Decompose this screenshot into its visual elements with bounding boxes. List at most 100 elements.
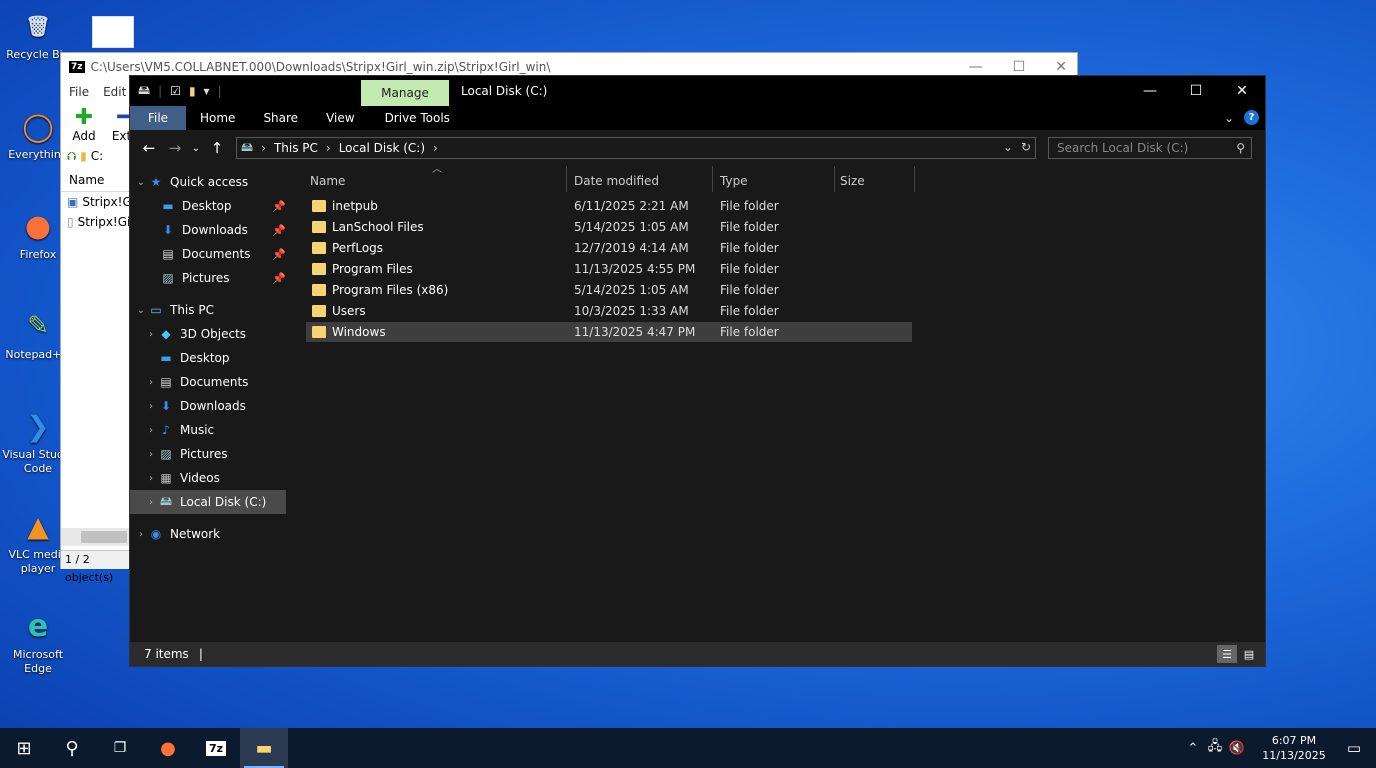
maximize-button[interactable]: ☐ bbox=[1173, 76, 1219, 106]
tree-desktop[interactable]: ▬ Desktop bbox=[130, 346, 290, 370]
taskbar-firefox[interactable]: ● bbox=[144, 728, 192, 768]
help-icon[interactable]: ? bbox=[1244, 110, 1259, 125]
column-size[interactable]: Size bbox=[840, 174, 865, 188]
new-folder-icon[interactable]: ▮ bbox=[189, 84, 196, 98]
refresh-icon[interactable]: ↻ bbox=[1021, 140, 1031, 154]
chevron-right-icon[interactable]: › bbox=[433, 141, 438, 155]
chevron-down-icon[interactable]: ⌄ bbox=[134, 305, 148, 316]
chevron-right-icon[interactable]: › bbox=[144, 497, 158, 508]
chevron-right-icon[interactable]: › bbox=[261, 141, 266, 155]
file-name: Program Files bbox=[332, 262, 413, 276]
large-icons-view-icon[interactable]: ▤ bbox=[1239, 645, 1259, 663]
properties-icon[interactable]: ☑ bbox=[170, 84, 181, 98]
breadcrumb-this-pc[interactable]: This PC bbox=[274, 141, 318, 155]
chevron-right-icon[interactable]: › bbox=[144, 449, 158, 460]
notification-icon[interactable]: ▭ bbox=[1332, 739, 1376, 757]
taskbar-7zip[interactable]: 7z bbox=[192, 728, 240, 768]
desktop-icon-edge[interactable]: e Microsoft Edge bbox=[2, 606, 74, 676]
tree-qa-pictures[interactable]: ▨ Pictures 📌 bbox=[130, 266, 290, 290]
table-row[interactable]: Users 10/3/2025 1:33 AM File folder bbox=[306, 301, 912, 321]
column-name[interactable]: Name bbox=[310, 174, 345, 188]
qat-dropdown-icon[interactable]: ▾ bbox=[204, 84, 210, 98]
taskbar-file-explorer[interactable]: ▬ bbox=[240, 728, 288, 768]
table-row[interactable]: inetpub 6/11/2025 2:21 AM File folder bbox=[306, 196, 912, 216]
minimize-button[interactable]: — bbox=[1127, 76, 1173, 106]
sevenzip-col-name[interactable]: Name bbox=[69, 173, 104, 187]
sevenzip-menu-edit[interactable]: Edit bbox=[103, 85, 126, 99]
chevron-right-icon[interactable]: › bbox=[144, 425, 158, 436]
chevron-up-icon[interactable]: ⌃ bbox=[1182, 741, 1204, 756]
file-explorer-window[interactable]: 🖴 | ☑ ▮ ▾ | Manage Local Disk (C:) — ☐ ✕… bbox=[129, 75, 1266, 667]
tree-qa-documents[interactable]: ▤ Documents 📌 bbox=[130, 242, 290, 266]
tab-share[interactable]: Share bbox=[249, 106, 312, 130]
address-dropdown-icon[interactable]: ⌄ bbox=[1003, 140, 1013, 154]
tree-downloads[interactable]: › ⬇ Downloads bbox=[130, 394, 290, 418]
breadcrumb-local-disk[interactable]: Local Disk (C:) bbox=[339, 141, 425, 155]
table-row[interactable]: Program Files 11/13/2025 4:55 PM File fo… bbox=[306, 259, 912, 279]
explorer-titlebar[interactable]: 🖴 | ☑ ▮ ▾ | Manage Local Disk (C:) — ☐ ✕ bbox=[130, 76, 1265, 106]
tree-videos[interactable]: › ▦ Videos bbox=[130, 466, 290, 490]
pin-icon[interactable]: 📌 bbox=[272, 272, 286, 285]
start-button[interactable]: ⊞ bbox=[0, 728, 48, 768]
desktop-icon: ▬ bbox=[162, 199, 174, 213]
recent-locations-icon[interactable]: ⌄ bbox=[188, 143, 204, 154]
tree-qa-downloads[interactable]: ⬇ Downloads 📌 bbox=[130, 218, 290, 242]
chevron-right-icon[interactable]: › bbox=[144, 377, 158, 388]
chevron-right-icon[interactable]: › bbox=[326, 141, 331, 155]
search-icon[interactable]: ⚲ bbox=[1236, 141, 1245, 155]
task-view-button[interactable]: ❐ bbox=[96, 728, 144, 768]
minimize-icon[interactable]: — bbox=[969, 59, 983, 75]
network-icon[interactable]: 🖧 bbox=[1204, 737, 1226, 759]
search-button[interactable]: ⚲ bbox=[48, 728, 96, 768]
chevron-right-icon[interactable]: › bbox=[144, 401, 158, 412]
chevron-right-icon[interactable]: › bbox=[144, 329, 158, 340]
table-row[interactable]: PerfLogs 12/7/2019 4:14 AM File folder bbox=[306, 238, 912, 258]
chevron-right-icon[interactable]: › bbox=[144, 473, 158, 484]
back-icon[interactable]: ← bbox=[136, 139, 162, 157]
desktop-file-thumbnail[interactable] bbox=[92, 16, 134, 48]
volume-muted-icon[interactable]: 🔇 bbox=[1226, 741, 1248, 756]
up-folder-icon[interactable]: ⮉ bbox=[67, 149, 76, 164]
chevron-down-icon[interactable]: ⌄ bbox=[134, 177, 148, 188]
tree-music[interactable]: › ♪ Music bbox=[130, 418, 290, 442]
sevenzip-add-button[interactable]: ✚ Add bbox=[69, 107, 99, 144]
details-view-icon[interactable]: ☰ bbox=[1217, 645, 1237, 663]
tree-documents[interactable]: › ▤ Documents bbox=[130, 370, 290, 394]
navigation-pane[interactable]: ⌄ ★ Quick access ▬ Desktop 📌 ⬇ Downloads… bbox=[130, 166, 290, 642]
close-icon[interactable]: ✕ bbox=[1055, 59, 1067, 75]
maximize-icon[interactable]: ☐ bbox=[1013, 59, 1026, 75]
tree-this-pc[interactable]: ⌄ ▭ This PC bbox=[130, 298, 290, 322]
table-row[interactable]: Windows 11/13/2025 4:47 PM File folder bbox=[306, 322, 912, 342]
search-input[interactable]: Search Local Disk (C:) ⚲ bbox=[1048, 137, 1252, 159]
ribbon-expand-icon[interactable]: ⌄ bbox=[1224, 111, 1234, 125]
tree-pictures[interactable]: › ▨ Pictures bbox=[130, 442, 290, 466]
pin-icon[interactable]: 📌 bbox=[272, 248, 286, 261]
address-bar[interactable]: 🖴 › This PC › Local Disk (C:) › ⌄ ↻ bbox=[236, 137, 1036, 159]
tab-view[interactable]: View bbox=[312, 106, 368, 130]
table-row[interactable]: LanSchool Files 5/14/2025 1:05 AM File f… bbox=[306, 217, 912, 237]
tab-home[interactable]: Home bbox=[186, 106, 249, 130]
file-list[interactable]: ︿ Name Date modified Type Size inetpub 6… bbox=[292, 164, 1265, 642]
column-type[interactable]: Type bbox=[720, 174, 748, 188]
tree-label: Desktop bbox=[182, 199, 232, 213]
sevenzip-hscrollbar[interactable] bbox=[61, 528, 131, 546]
forward-icon[interactable]: → bbox=[162, 139, 188, 157]
sevenzip-menu-file[interactable]: File bbox=[69, 85, 89, 99]
tree-qa-desktop[interactable]: ▬ Desktop 📌 bbox=[130, 194, 290, 218]
column-date-modified[interactable]: Date modified bbox=[574, 174, 659, 188]
tree-local-disk[interactable]: › 🖴 Local Disk (C:) bbox=[130, 490, 286, 514]
tab-drive-tools[interactable]: Drive Tools bbox=[371, 106, 464, 130]
tab-file[interactable]: File bbox=[130, 106, 186, 130]
close-button[interactable]: ✕ bbox=[1219, 76, 1265, 106]
pin-icon[interactable]: 📌 bbox=[272, 224, 286, 237]
tree-3d-objects[interactable]: › ◆ 3D Objects bbox=[130, 322, 290, 346]
table-row[interactable]: Program Files (x86) 5/14/2025 1:05 AM Fi… bbox=[306, 280, 912, 300]
clock[interactable]: 6:07 PM 11/13/2025 bbox=[1256, 733, 1332, 763]
sevenzip-address[interactable]: C: bbox=[91, 149, 103, 163]
chevron-right-icon[interactable]: › bbox=[134, 529, 148, 540]
up-icon[interactable]: ↑ bbox=[204, 139, 230, 157]
pin-icon[interactable]: 📌 bbox=[272, 200, 286, 213]
tree-network[interactable]: › ◉ Network bbox=[130, 522, 290, 546]
tab-manage[interactable]: Manage bbox=[361, 80, 449, 106]
tree-quick-access[interactable]: ⌄ ★ Quick access bbox=[130, 170, 290, 194]
